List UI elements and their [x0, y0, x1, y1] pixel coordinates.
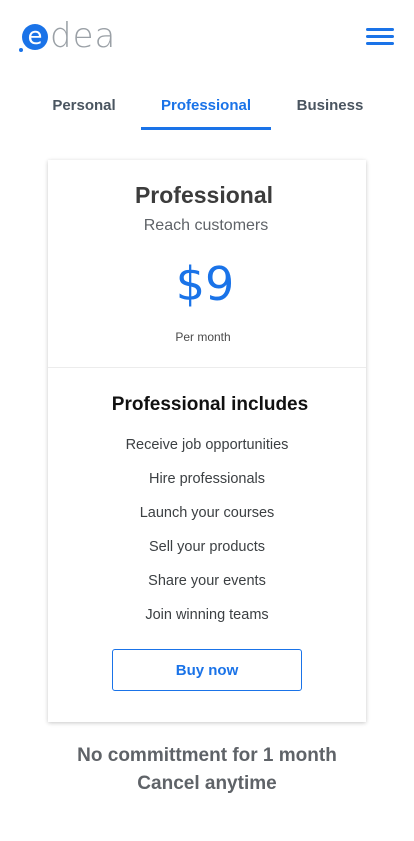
- menu-bar: [366, 28, 394, 31]
- logo[interactable]: e dea: [18, 18, 118, 56]
- feature-item: Share your events: [148, 573, 266, 589]
- logo-mark: e: [27, 22, 43, 50]
- feature-item: Sell your products: [148, 539, 266, 555]
- feature-item: Hire professionals: [148, 471, 266, 487]
- pricing-card: Professional Reach customers $9 Per mont…: [48, 160, 366, 722]
- feature-item: Launch your courses: [139, 505, 275, 521]
- feature-list: Receive job opportunities Hire professio…: [48, 436, 366, 640]
- plan-price: $9: [175, 257, 235, 311]
- commitment-note: No committment for 1 month Cancel anytim…: [0, 742, 414, 798]
- plan-tabs: Personal Professional Business: [0, 88, 414, 132]
- pricing-page: e dea Personal Professional Business Pro…: [0, 0, 414, 841]
- pricing-card-header: Professional Reach customers $9 Per mont…: [48, 160, 366, 368]
- tab-business[interactable]: Business: [286, 88, 374, 128]
- price-period: Per month: [175, 330, 231, 344]
- hamburger-menu-icon[interactable]: [364, 24, 394, 48]
- active-tab-indicator: [141, 127, 271, 130]
- menu-bar: [366, 35, 394, 38]
- tab-personal[interactable]: Personal: [40, 88, 128, 128]
- plan-name: Professional: [134, 182, 274, 208]
- feature-item: Join winning teams: [145, 607, 269, 623]
- plan-tagline: Reach customers: [143, 217, 269, 234]
- commitment-note-line1: No committment for 1 month: [77, 745, 337, 766]
- commitment-note-line2: Cancel anytime: [137, 773, 277, 794]
- menu-bar: [366, 42, 394, 45]
- tab-professional[interactable]: Professional: [141, 88, 271, 128]
- buy-now-button[interactable]: Buy now: [112, 649, 302, 691]
- feature-item: Receive job opportunities: [125, 437, 289, 453]
- header: e dea: [0, 0, 414, 72]
- includes-title: Professional includes: [111, 394, 309, 415]
- logo-text: dea: [50, 16, 117, 56]
- logo-dot: [19, 48, 23, 52]
